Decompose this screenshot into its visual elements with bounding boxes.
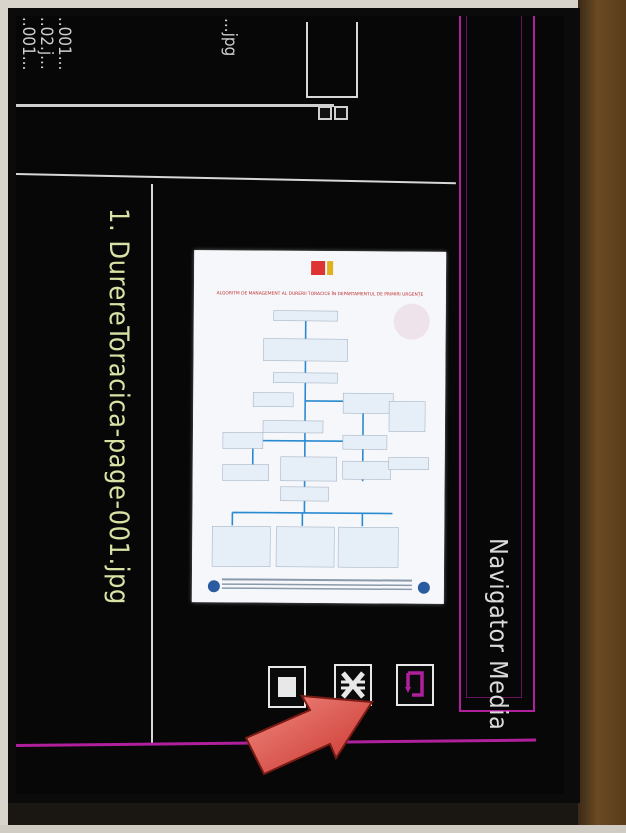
repeat-button[interactable] [396, 664, 434, 706]
background-wall [578, 0, 626, 833]
logo-icon [311, 260, 326, 276]
scroll-track[interactable] [16, 104, 334, 107]
image-preview[interactable]: ALGORITM DE MANAGEMENT AL DURERII TORACI… [191, 250, 447, 604]
scroll-handle[interactable] [318, 106, 332, 120]
file-list-item[interactable]: ...jpg [220, 18, 240, 56]
photo-edge [0, 0, 626, 8]
divider [151, 184, 153, 744]
panel-title: Navigator Media [484, 538, 513, 731]
thumbnail-frame[interactable] [306, 22, 358, 98]
red-arrow-annotation [244, 694, 374, 776]
photo-edge [0, 0, 8, 833]
file-list-item[interactable]: ...001... [18, 16, 38, 70]
photo-edge [0, 825, 626, 833]
divider [16, 173, 456, 185]
scroll-handle[interactable] [334, 106, 348, 120]
file-list-item[interactable]: ...02.j... [36, 16, 56, 70]
repeat-icon [405, 671, 424, 697]
flowchart-document-thumbnail: ALGORITM DE MANAGEMENT AL DURERII TORACI… [191, 250, 447, 604]
tv-bezel: ...jpg ...001... ...02.j... ...001... 1.… [8, 8, 580, 803]
file-name-label: 1. DurereToracica-page-001.jpg [103, 208, 134, 605]
tv-screen: ...jpg ...001... ...02.j... ...001... 1.… [16, 16, 564, 794]
file-list-item[interactable]: ...001... [54, 16, 74, 70]
